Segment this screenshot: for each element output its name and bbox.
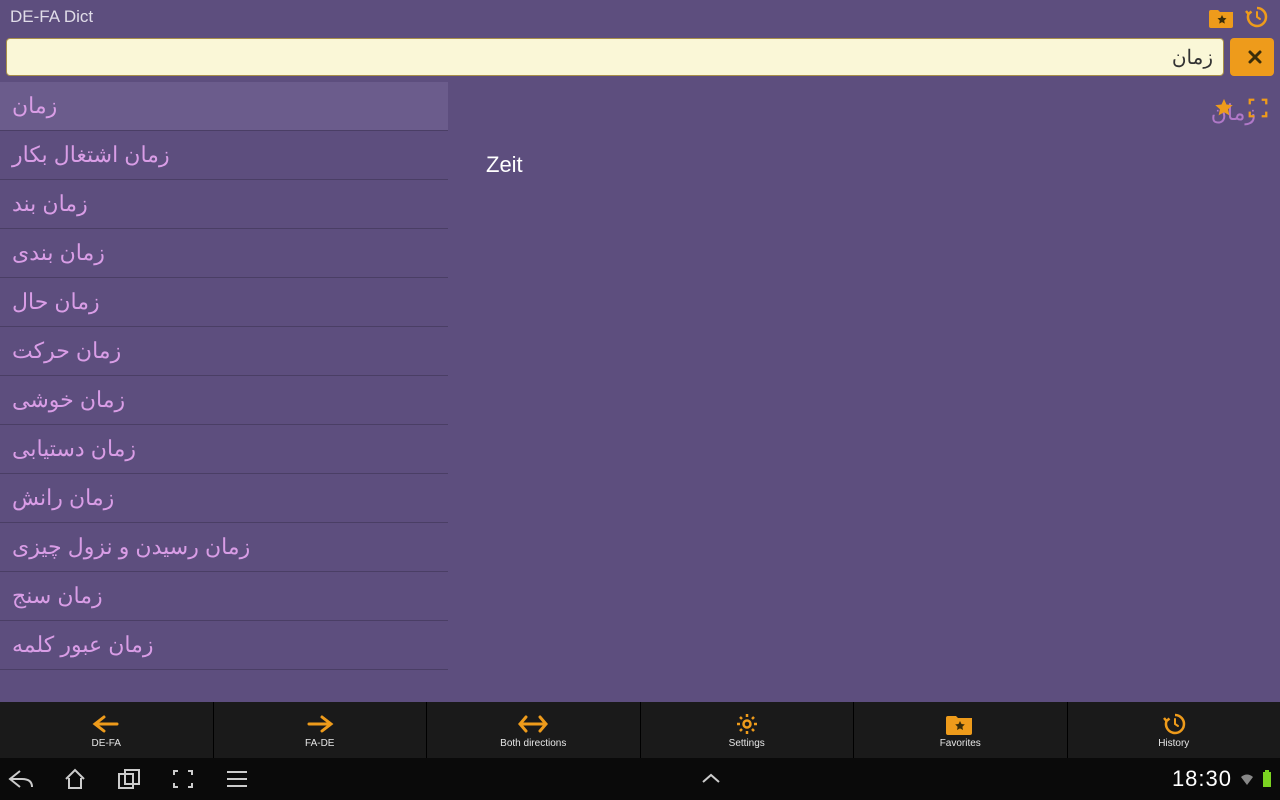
backspace-button[interactable] bbox=[1230, 38, 1274, 76]
history-button[interactable] bbox=[1242, 3, 1270, 31]
system-nav-bar: 18:30 bbox=[0, 758, 1280, 800]
tool-label: History bbox=[1158, 738, 1189, 749]
search-row bbox=[0, 34, 1280, 82]
list-item[interactable]: زمان حرکت bbox=[0, 327, 448, 376]
history-icon bbox=[1162, 712, 1186, 736]
wifi-icon bbox=[1240, 771, 1254, 787]
detail-pane: زمان Zeit bbox=[448, 82, 1280, 702]
detail-translation: Zeit bbox=[486, 152, 1256, 178]
detail-headword: زمان bbox=[472, 100, 1256, 126]
tool-arrows-both[interactable]: Both directions bbox=[427, 702, 641, 758]
tool-arrow-left[interactable]: DE-FA bbox=[0, 702, 214, 758]
results-list[interactable]: زمانزمان اشتغال بکارزمان بندزمان بندیزما… bbox=[0, 82, 448, 702]
list-item[interactable]: زمان حال bbox=[0, 278, 448, 327]
favorites-folder-button[interactable] bbox=[1208, 3, 1236, 31]
arrows-both-icon bbox=[518, 712, 548, 736]
list-item[interactable]: زمان بندی bbox=[0, 229, 448, 278]
content-area: زمانزمان اشتغال بکارزمان بندزمان بندیزما… bbox=[0, 82, 1280, 702]
status-clock: 18:30 bbox=[1172, 766, 1232, 792]
home-icon[interactable] bbox=[62, 766, 88, 792]
recent-apps-icon[interactable] bbox=[116, 766, 142, 792]
expand-up-icon[interactable] bbox=[698, 766, 724, 792]
list-item[interactable]: زمان bbox=[0, 82, 448, 131]
fullscreen-button[interactable] bbox=[1246, 96, 1270, 120]
bottom-toolbar: DE-FA FA-DE Both directions Settings Favorit… bbox=[0, 702, 1280, 758]
tool-folder-star[interactable]: Favorites bbox=[854, 702, 1068, 758]
list-item[interactable]: زمان دستیابی bbox=[0, 425, 448, 474]
tool-label: Favorites bbox=[940, 738, 981, 749]
list-item[interactable]: زمان بند bbox=[0, 180, 448, 229]
title-bar: DE-FA Dict bbox=[0, 0, 1280, 34]
tool-history[interactable]: History bbox=[1068, 702, 1280, 758]
list-item[interactable]: زمان خوشی bbox=[0, 376, 448, 425]
gear-icon bbox=[735, 712, 759, 736]
tool-label: Settings bbox=[729, 738, 765, 749]
arrow-left-icon bbox=[92, 712, 120, 736]
list-item[interactable]: زمان اشتغال بکار bbox=[0, 131, 448, 180]
menu-icon[interactable] bbox=[224, 766, 250, 792]
app-title: DE-FA Dict bbox=[10, 7, 93, 27]
tool-label: FA-DE bbox=[305, 738, 334, 749]
battery-icon bbox=[1262, 770, 1272, 788]
list-item[interactable]: زمان رسیدن و نزول چیزی bbox=[0, 523, 448, 572]
search-input[interactable] bbox=[6, 38, 1224, 76]
tool-arrow-right[interactable]: FA-DE bbox=[214, 702, 428, 758]
list-item[interactable]: زمان عبور کلمه bbox=[0, 621, 448, 670]
screenshot-icon[interactable] bbox=[170, 766, 196, 792]
tool-label: Both directions bbox=[500, 738, 566, 749]
favorite-star-button[interactable] bbox=[1212, 96, 1236, 120]
tool-label: DE-FA bbox=[92, 738, 121, 749]
back-icon[interactable] bbox=[8, 766, 34, 792]
list-item[interactable]: زمان رانش bbox=[0, 474, 448, 523]
tool-gear[interactable]: Settings bbox=[641, 702, 855, 758]
folder-star-icon bbox=[946, 712, 974, 736]
arrow-right-icon bbox=[306, 712, 334, 736]
list-item[interactable]: زمان سنج bbox=[0, 572, 448, 621]
